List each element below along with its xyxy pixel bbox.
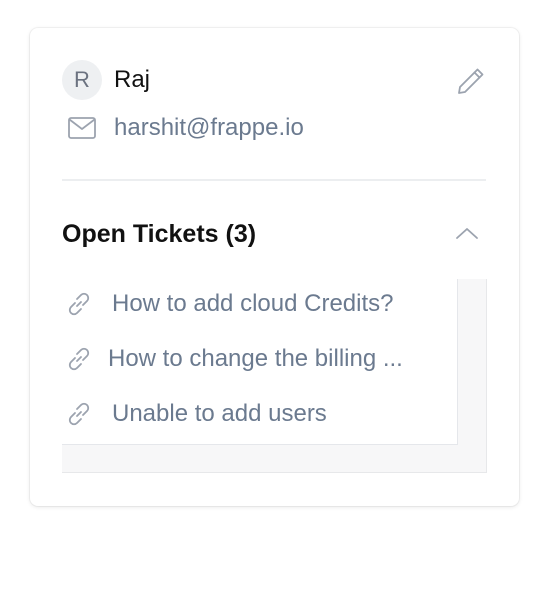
divider bbox=[62, 179, 486, 181]
ticket-label[interactable]: How to change the billing ... bbox=[108, 345, 403, 373]
ticket-list: How to add cloud Credits? How to change … bbox=[62, 279, 458, 445]
pencil-icon bbox=[458, 68, 484, 94]
chevron-up-icon[interactable] bbox=[454, 226, 480, 242]
contact-email[interactable]: harshit@frappe.io bbox=[114, 114, 304, 142]
ticket-label[interactable]: Unable to add users bbox=[112, 400, 327, 428]
open-tickets-title: Open Tickets (3) bbox=[62, 219, 257, 248]
link-icon bbox=[62, 342, 96, 376]
mail-icon bbox=[62, 108, 102, 148]
contact-email-row: harshit@frappe.io bbox=[62, 108, 304, 148]
open-tickets-header[interactable]: Open Tickets (3) bbox=[62, 214, 486, 254]
ticket-item[interactable]: How to change the billing ... bbox=[62, 339, 458, 379]
contact-name: Raj bbox=[114, 66, 151, 93]
link-icon bbox=[62, 287, 96, 321]
link-icon bbox=[62, 397, 96, 431]
contact-name-row: R Raj bbox=[62, 60, 150, 100]
open-tickets-panel: How to add cloud Credits? How to change … bbox=[62, 279, 487, 473]
contact-card: R Raj harshit@frappe.io Open Tickets (3) bbox=[30, 28, 519, 506]
edit-contact-button[interactable] bbox=[454, 64, 488, 98]
ticket-item[interactable]: Unable to add users bbox=[62, 394, 458, 434]
avatar: R bbox=[62, 60, 102, 100]
ticket-item[interactable]: How to add cloud Credits? bbox=[62, 284, 458, 324]
ticket-label[interactable]: How to add cloud Credits? bbox=[112, 290, 393, 318]
avatar-initial: R bbox=[74, 67, 90, 92]
